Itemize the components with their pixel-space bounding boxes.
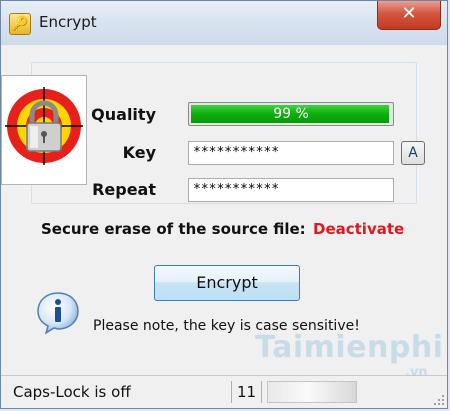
quality-label: Quality [91, 105, 156, 124]
key-field[interactable]: *********** [188, 141, 394, 165]
encrypt-dialog: 🔑 Encrypt ✕ Quality 99 % Key ***********… [0, 0, 448, 409]
key-label: Key [122, 143, 156, 162]
close-button[interactable]: ✕ [377, 1, 441, 30]
key-icon: 🔑 [9, 13, 31, 35]
watermark: Taimienphi [255, 330, 444, 365]
status-indicator [267, 381, 357, 403]
key-length-count: 11 [237, 383, 257, 401]
dialog-content: Quality 99 % Key *********** A Repeat **… [1, 45, 444, 402]
encrypt-button[interactable]: Encrypt [154, 265, 300, 301]
lock-target-icon [5, 87, 83, 165]
status-bar: Caps-Lock is off 11 [1, 375, 447, 408]
title-bar[interactable]: 🔑 Encrypt ✕ [1, 1, 447, 45]
quality-meter: 99 % [188, 102, 394, 126]
case-toggle-button[interactable]: A [401, 141, 425, 165]
quality-percent: 99 % [273, 106, 309, 122]
repeat-key-field[interactable]: *********** [188, 178, 394, 202]
info-icon [37, 292, 79, 335]
secure-erase-label: Secure erase of the source file: [41, 220, 306, 238]
status-divider [231, 381, 232, 403]
lock-target-logo [1, 75, 87, 185]
repeat-label: Repeat [92, 180, 156, 199]
window-title: Encrypt [39, 13, 97, 31]
resize-grip-icon[interactable] [433, 394, 445, 406]
caps-lock-status: Caps-Lock is off [13, 383, 131, 401]
deactivate-link[interactable]: Deactivate [313, 220, 404, 238]
status-divider [261, 381, 262, 403]
key-settings-group: Quality 99 % Key *********** A Repeat **… [31, 62, 425, 204]
